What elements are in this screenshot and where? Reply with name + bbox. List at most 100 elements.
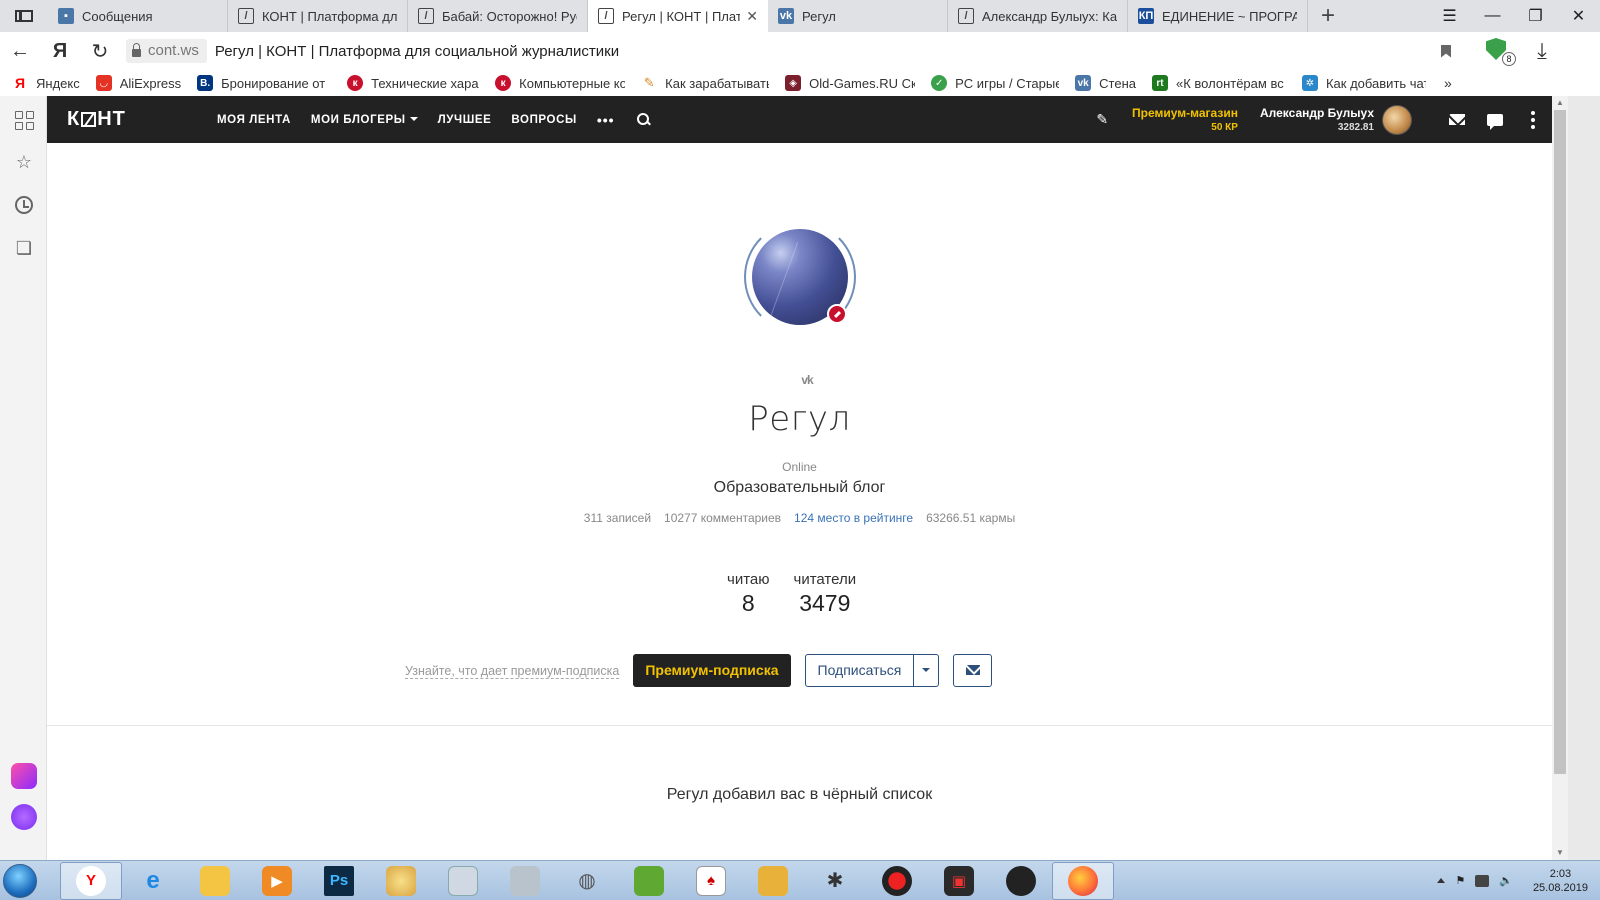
- bookmark-chat[interactable]: ✲ Как добавить чат: [1301, 75, 1426, 91]
- tab-regul-vk[interactable]: vk Регул: [768, 0, 948, 32]
- sidebar-toggle-button[interactable]: [0, 0, 48, 32]
- taskbar-internet-explorer[interactable]: e: [122, 862, 184, 900]
- protect-icon[interactable]: 8: [1486, 38, 1516, 66]
- tray-clock[interactable]: 2:03 25.08.2019: [1533, 867, 1588, 895]
- taskbar-spider[interactable]: ✱: [804, 862, 866, 900]
- taskbar-gamepad[interactable]: ◍: [556, 862, 618, 900]
- bookmark-tech[interactable]: к Технические хара: [347, 75, 479, 91]
- user-menu[interactable]: Александр Булыух 3282.81: [1260, 106, 1374, 133]
- subscribe-button[interactable]: Подписаться: [804, 653, 915, 687]
- tab-babai[interactable]: / Бабай: Осторожно! Русс: [408, 0, 588, 32]
- bookmark-label: PC игры / Старые: [955, 75, 1060, 91]
- show-hidden-icons-icon[interactable]: [1437, 878, 1446, 883]
- tab-edinenie[interactable]: КП ЕДИНЕНИЕ ~ ПРОГРАМ: [1128, 0, 1308, 32]
- page-scrollbar[interactable]: ▲ ▼: [1552, 96, 1568, 860]
- new-tab-button[interactable]: +: [1308, 0, 1348, 32]
- favorites-star-icon[interactable]: ☆: [13, 151, 35, 173]
- taskbar-media-player[interactable]: ▶: [246, 862, 308, 900]
- taskbar-calculator[interactable]: [432, 862, 494, 900]
- reload-button[interactable]: ↻: [80, 32, 120, 70]
- bookmark-wall[interactable]: vk Стена: [1075, 75, 1136, 91]
- taskbar-explorer[interactable]: [184, 862, 246, 900]
- bookmark-oldgames[interactable]: ◈ Old-Games.RU Ска: [785, 75, 915, 91]
- mail-icon[interactable]: [1438, 114, 1476, 125]
- volume-icon[interactable]: 🔈: [1499, 874, 1513, 887]
- scroll-thumb[interactable]: [1554, 110, 1566, 774]
- start-button[interactable]: [0, 861, 40, 900]
- followers-count[interactable]: читатели 3479: [794, 571, 857, 617]
- subscribe-dropdown-button[interactable]: [914, 653, 940, 687]
- menu-icon[interactable]: ☰: [1428, 0, 1471, 32]
- bookmark-booking[interactable]: B. Бронирование от: [197, 75, 331, 91]
- vk-link-icon[interactable]: vk: [787, 373, 827, 387]
- bookmark-computers[interactable]: к Компьютерные ко: [495, 75, 625, 91]
- kont-logo[interactable]: К НТ: [67, 108, 217, 131]
- lock-icon[interactable]: [126, 39, 146, 63]
- online-status: Online: [782, 460, 817, 474]
- url-field[interactable]: cont.ws Регул | КОНТ | Платформа для соц…: [126, 37, 1456, 65]
- alice-icon[interactable]: [11, 804, 37, 830]
- tab-regul-kont[interactable]: / Регул | КОНТ | Платфо ✕: [588, 0, 768, 32]
- nav-best[interactable]: ЛУЧШЕЕ: [438, 114, 492, 126]
- bookmark-pcgames[interactable]: ✓ PC игры / Старые: [931, 75, 1059, 91]
- nav-my-bloggers[interactable]: МОИ БЛОГЕРЫ: [311, 114, 418, 126]
- back-button[interactable]: ←: [0, 32, 40, 70]
- kp-icon: КП: [1138, 8, 1154, 24]
- taskbar-scanner[interactable]: [494, 862, 556, 900]
- nav-more-icon[interactable]: •••: [597, 112, 615, 128]
- bookmark-aliexpress[interactable]: ◡ AliExpress: [95, 75, 181, 91]
- premium-shop-link[interactable]: Премиум-магазин 50 КР: [1132, 106, 1238, 133]
- user-avatar[interactable]: [1382, 104, 1412, 135]
- yandex-home-button[interactable]: Я: [40, 32, 80, 70]
- taskbar-solitaire[interactable]: ♠: [680, 862, 742, 900]
- stat-rating-link[interactable]: 124 место в рейтинге: [794, 511, 913, 525]
- taskbar-video-editor[interactable]: ▣: [928, 862, 990, 900]
- premium-subscription-button[interactable]: Премиум-подписка: [633, 653, 791, 687]
- follow-counts: читаю 8 читатели 3479: [727, 571, 856, 617]
- scroll-down-icon[interactable]: ▼: [1552, 846, 1568, 860]
- send-message-button[interactable]: [953, 653, 993, 687]
- search-icon[interactable]: [636, 112, 651, 127]
- tab-alexander[interactable]: / Александр Булыух: Как: [948, 0, 1128, 32]
- taskbar-photoshop[interactable]: Ps: [308, 862, 370, 900]
- yandex-browser-icon: Y: [76, 865, 106, 896]
- taskbar-yandex-browser[interactable]: Y: [60, 861, 122, 900]
- aliexpress-icon: ◡: [95, 75, 112, 91]
- collections-icon[interactable]: ❏: [13, 237, 35, 259]
- bookmark-icon[interactable]: [1436, 44, 1456, 58]
- close-window-icon[interactable]: ✕: [1557, 0, 1600, 32]
- write-post-icon[interactable]: ✎: [1096, 111, 1108, 128]
- following-count[interactable]: читаю 8: [727, 571, 770, 617]
- taskbar-record[interactable]: [866, 862, 928, 900]
- tableau-icon[interactable]: [13, 109, 35, 131]
- booking-icon: B.: [197, 75, 214, 91]
- scroll-up-icon[interactable]: ▲: [1552, 96, 1568, 110]
- taskbar-firefox[interactable]: [1052, 861, 1114, 900]
- bookmark-earn[interactable]: ✎ Как зарабатывать: [641, 75, 769, 91]
- learn-premium-link[interactable]: Узнайте, что дает премиум-подписка: [405, 664, 620, 679]
- download-icon[interactable]: ⤓: [1530, 38, 1554, 63]
- restore-icon[interactable]: ❐: [1514, 0, 1557, 32]
- bookmarks-more-icon[interactable]: »: [1444, 75, 1452, 91]
- taskbar-game-king[interactable]: [742, 862, 804, 900]
- yandex-music-icon[interactable]: [11, 763, 37, 789]
- nav-my-feed[interactable]: МОЯ ЛЕНТА: [217, 114, 291, 126]
- taskbar-paint[interactable]: [370, 862, 432, 900]
- game-green-icon: [634, 865, 664, 896]
- action-center-flag-icon[interactable]: ⚑: [1455, 874, 1465, 887]
- tab-kont-platform[interactable]: / КОНТ | Платформа для с: [228, 0, 408, 32]
- pcgames-icon: ✓: [931, 75, 948, 91]
- bookmark-volunteers[interactable]: rt «К волонтёрам вс: [1151, 75, 1286, 91]
- minimize-icon[interactable]: —: [1471, 0, 1514, 32]
- edit-avatar-icon[interactable]: [827, 304, 847, 324]
- close-tab-icon[interactable]: ✕: [746, 8, 758, 25]
- tab-messages[interactable]: ▪ Сообщения: [48, 0, 228, 32]
- taskbar-obs[interactable]: [990, 862, 1052, 900]
- taskbar-game-green[interactable]: [618, 862, 680, 900]
- kebab-menu-icon[interactable]: [1514, 110, 1552, 129]
- comments-icon[interactable]: [1476, 113, 1514, 130]
- nav-questions[interactable]: ВОПРОСЫ: [511, 114, 576, 126]
- network-icon[interactable]: [1475, 874, 1490, 887]
- bookmark-yandex[interactable]: Я Яндекс: [12, 75, 80, 91]
- history-icon[interactable]: [13, 194, 35, 216]
